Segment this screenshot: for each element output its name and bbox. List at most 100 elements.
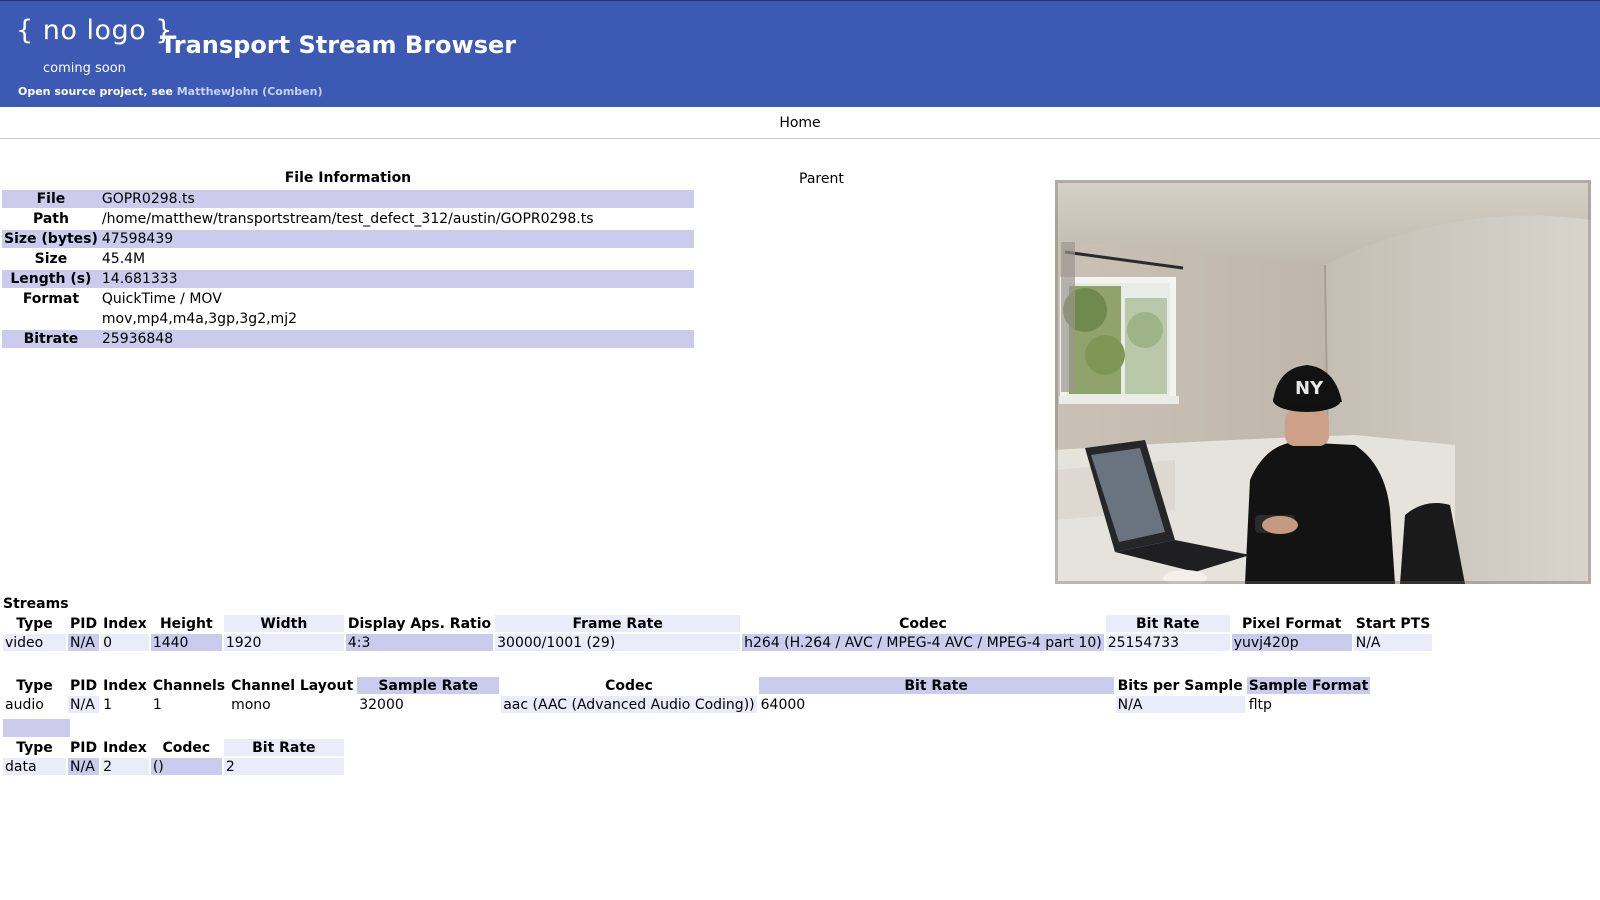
table-row: video N/A 0 1440 1920 4:3 30000/1001 (29…: [3, 634, 1433, 651]
video-header-height: Height: [150, 615, 222, 632]
data-header-codec: Codec: [150, 739, 222, 756]
video-cell-pid: N/A: [68, 634, 100, 651]
audio-cell-type: audio: [3, 696, 66, 713]
video-cell-pixfmt: yuvj420p: [1231, 634, 1352, 651]
audio-stream-table: Type PID Index Channels Channel Layout S…: [1, 675, 1372, 715]
video-thumbnail-image: NY: [1055, 180, 1591, 584]
audio-header-index: Index: [101, 677, 149, 694]
video-cell-index: 0: [101, 634, 149, 651]
file-info-row: Path /home/matthew/transportstream/test_…: [2, 210, 694, 228]
video-cell-bitrate: 25154733: [1105, 634, 1230, 651]
data-cell-index: 2: [101, 758, 149, 775]
audio-cell-bitrate: 64000: [758, 696, 1114, 713]
audio-cell-pid: N/A: [68, 696, 100, 713]
credit-link[interactable]: MatthewJohn (Comben): [177, 85, 323, 98]
site-header: { no logo } coming soon Transport Stream…: [0, 0, 1600, 107]
file-info-value: 47598439: [99, 230, 694, 248]
video-header-width: Width: [223, 615, 344, 632]
table-row: audio N/A 1 1 mono 32000 aac (AAC (Advan…: [3, 696, 1371, 713]
logo-subtext: coming soon: [43, 61, 126, 76]
audio-stream-header-row: Type PID Index Channels Channel Layout S…: [3, 677, 1371, 694]
table-row: data N/A 2 () 2: [3, 758, 344, 775]
parent-label: Parent: [799, 171, 844, 187]
audio-header-bitrate: Bit Rate: [758, 677, 1114, 694]
video-header-pixfmt: Pixel Format: [1231, 615, 1352, 632]
audio-header-bits: Bits per Sample: [1115, 677, 1245, 694]
audio-cell-index: 1: [101, 696, 149, 713]
audio-header-samplerate: Sample Rate: [357, 677, 500, 694]
audio-header-layout: Channel Layout: [229, 677, 356, 694]
audio-cell-samplefmt: fltp: [1246, 696, 1371, 713]
file-info-row: Length (s) 14.681333: [2, 270, 694, 288]
credit-line: Open source project, see MatthewJohn (Co…: [18, 85, 323, 98]
video-cell-framerate: 30000/1001 (29): [495, 634, 741, 651]
video-cell-width: 1920: [223, 634, 344, 651]
file-info-table: File Information File GOPR0298.ts Path /…: [2, 170, 694, 350]
video-thumbnail[interactable]: NY: [1055, 180, 1591, 584]
file-info-label: Length (s): [2, 270, 100, 288]
nav-home-link[interactable]: Home: [779, 115, 820, 131]
data-cell-codec: (): [150, 758, 222, 775]
audio-header-codec: Codec: [501, 677, 757, 694]
audio-header-pid: PID: [68, 677, 100, 694]
video-header-framerate: Frame Rate: [495, 615, 741, 632]
data-stream-table: Type PID Index Codec Bit Rate data N/A 2…: [1, 737, 346, 777]
file-info-value: /home/matthew/transportstream/test_defec…: [99, 210, 694, 228]
data-cell-pid: N/A: [68, 758, 100, 775]
file-info-row: Size 45.4M: [2, 250, 694, 268]
audio-header-samplefmt: Sample Format: [1246, 677, 1371, 694]
video-header-pid: PID: [68, 615, 100, 632]
svg-text:NY: NY: [1295, 378, 1324, 399]
video-header-codec: Codec: [742, 615, 1104, 632]
data-header-index: Index: [101, 739, 149, 756]
data-cell-bitrate: 2: [223, 758, 344, 775]
file-info-row: File GOPR0298.ts: [2, 190, 694, 208]
data-header-pid: PID: [68, 739, 100, 756]
data-header-bitrate: Bit Rate: [223, 739, 344, 756]
audio-cell-codec: aac (AAC (Advanced Audio Coding)): [501, 696, 757, 713]
file-info-label: Size (bytes): [2, 230, 100, 248]
audio-cell-channels: 1: [150, 696, 228, 713]
data-header-type: Type: [3, 739, 66, 756]
file-info-value: 14.681333: [99, 270, 694, 288]
data-stream-header-row: Type PID Index Codec Bit Rate: [3, 739, 344, 756]
video-header-type: Type: [3, 615, 66, 632]
video-cell-aspect: 4:3: [345, 634, 494, 651]
logo-text: { no logo }: [16, 15, 173, 46]
file-info-label: Size: [2, 250, 100, 268]
nav-bar: Home: [0, 107, 1600, 139]
video-cell-codec: h264 (H.264 / AVC / MPEG-4 AVC / MPEG-4 …: [742, 634, 1104, 651]
data-cell-type: data: [3, 758, 66, 775]
file-info-caption: File Information: [284, 170, 412, 186]
video-header-startpts: Start PTS: [1353, 615, 1433, 632]
audio-header-channels: Channels: [150, 677, 228, 694]
video-header-aspect: Display Aps. Ratio: [345, 615, 494, 632]
stream-separator: [3, 719, 70, 737]
video-cell-type: video: [3, 634, 66, 651]
file-info-value: 25936848: [99, 330, 694, 348]
file-info-row: Format QuickTime / MOV: [2, 290, 694, 308]
video-cell-startpts: N/A: [1353, 634, 1433, 651]
audio-header-type: Type: [3, 677, 66, 694]
video-stream-header-row: Type PID Index Height Width Display Aps.…: [3, 615, 1433, 632]
file-info-label: Format: [2, 290, 100, 308]
audio-cell-bits: N/A: [1115, 696, 1245, 713]
streams-heading: Streams: [3, 596, 69, 612]
audio-cell-samplerate: 32000: [357, 696, 500, 713]
video-header-bitrate: Bit Rate: [1105, 615, 1230, 632]
file-info-value: QuickTime / MOV: [99, 290, 694, 308]
file-info-value: mov,mp4,m4a,3gp,3g2,mj2: [99, 310, 694, 328]
video-header-index: Index: [101, 615, 149, 632]
file-info-value: GOPR0298.ts: [99, 190, 694, 208]
file-info-label: File: [2, 190, 100, 208]
file-info-row: Size (bytes) 47598439: [2, 230, 694, 248]
file-info-label: [2, 310, 100, 328]
app-title: Transport Stream Browser: [160, 31, 517, 59]
file-info-label: Bitrate: [2, 330, 100, 348]
file-info-value: 45.4M: [99, 250, 694, 268]
video-cell-height: 1440: [150, 634, 222, 651]
file-info-row: Bitrate 25936848: [2, 330, 694, 348]
video-stream-table: Type PID Index Height Width Display Aps.…: [1, 613, 1434, 653]
audio-cell-layout: mono: [229, 696, 356, 713]
file-info-row: mov,mp4,m4a,3gp,3g2,mj2: [2, 310, 694, 328]
